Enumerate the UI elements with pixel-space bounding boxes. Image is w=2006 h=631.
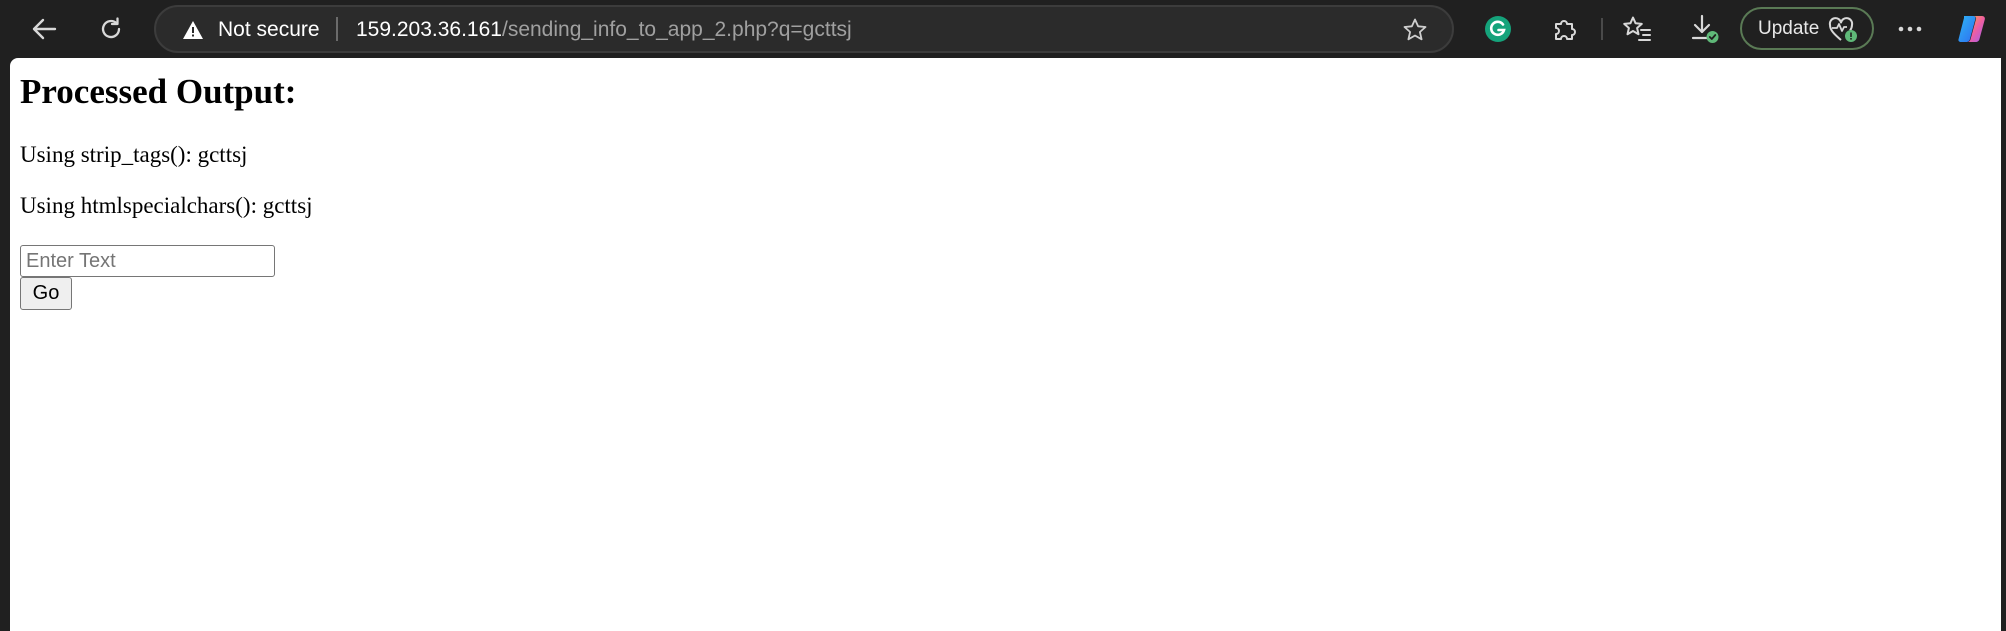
downloads-button[interactable]	[1685, 9, 1725, 49]
go-button[interactable]: Go	[20, 277, 72, 310]
favorites-list-icon	[1623, 16, 1651, 41]
address-separator	[336, 17, 338, 41]
puzzle-piece-icon	[1555, 20, 1576, 40]
star-icon[interactable]	[1402, 17, 1428, 43]
back-arrow-icon	[32, 18, 57, 40]
favorites-button[interactable]	[1617, 9, 1657, 49]
download-icon	[1691, 14, 1719, 43]
page-title: Processed Output:	[20, 72, 297, 111]
update-button-label: Update	[1758, 17, 1820, 39]
heart-pulse-icon	[1828, 17, 1857, 42]
update-button[interactable]: Update	[1740, 7, 1874, 50]
window-left-edge	[0, 58, 10, 631]
url-path: /sending_info_to_app_2.php?q=gcttsj	[501, 18, 852, 41]
page-viewport: Processed Output: Using strip_tags(): gc…	[10, 58, 2001, 631]
security-status-label[interactable]: Not secure	[218, 18, 320, 42]
strip-tags-output: Using strip_tags(): gcttsj	[20, 142, 248, 167]
copilot-button[interactable]	[1952, 9, 1992, 49]
browser-toolbar: Not secure 159.203.36.161/sending_info_t…	[0, 0, 2006, 58]
url-host: 159.203.36.161	[356, 18, 502, 41]
grammarly-button[interactable]	[1478, 9, 1518, 49]
extensions-button[interactable]	[1545, 9, 1585, 49]
url-text[interactable]: 159.203.36.161/sending_info_to_app_2.php…	[356, 18, 852, 42]
toolbar-divider	[1601, 18, 1603, 40]
text-input[interactable]	[20, 245, 275, 277]
reload-button[interactable]	[91, 9, 131, 49]
more-menu-button[interactable]	[1890, 9, 1930, 49]
more-dots-icon	[1898, 26, 1922, 32]
copilot-icon	[1958, 16, 1985, 42]
reload-icon	[101, 17, 121, 39]
address-bar[interactable]: Not secure 159.203.36.161/sending_info_t…	[154, 5, 1454, 53]
back-button[interactable]	[24, 9, 64, 49]
htmlspecialchars-output: Using htmlspecialchars(): gcttsj	[20, 193, 313, 218]
grammarly-icon	[1485, 16, 1511, 42]
warning-triangle-icon[interactable]	[182, 19, 204, 41]
